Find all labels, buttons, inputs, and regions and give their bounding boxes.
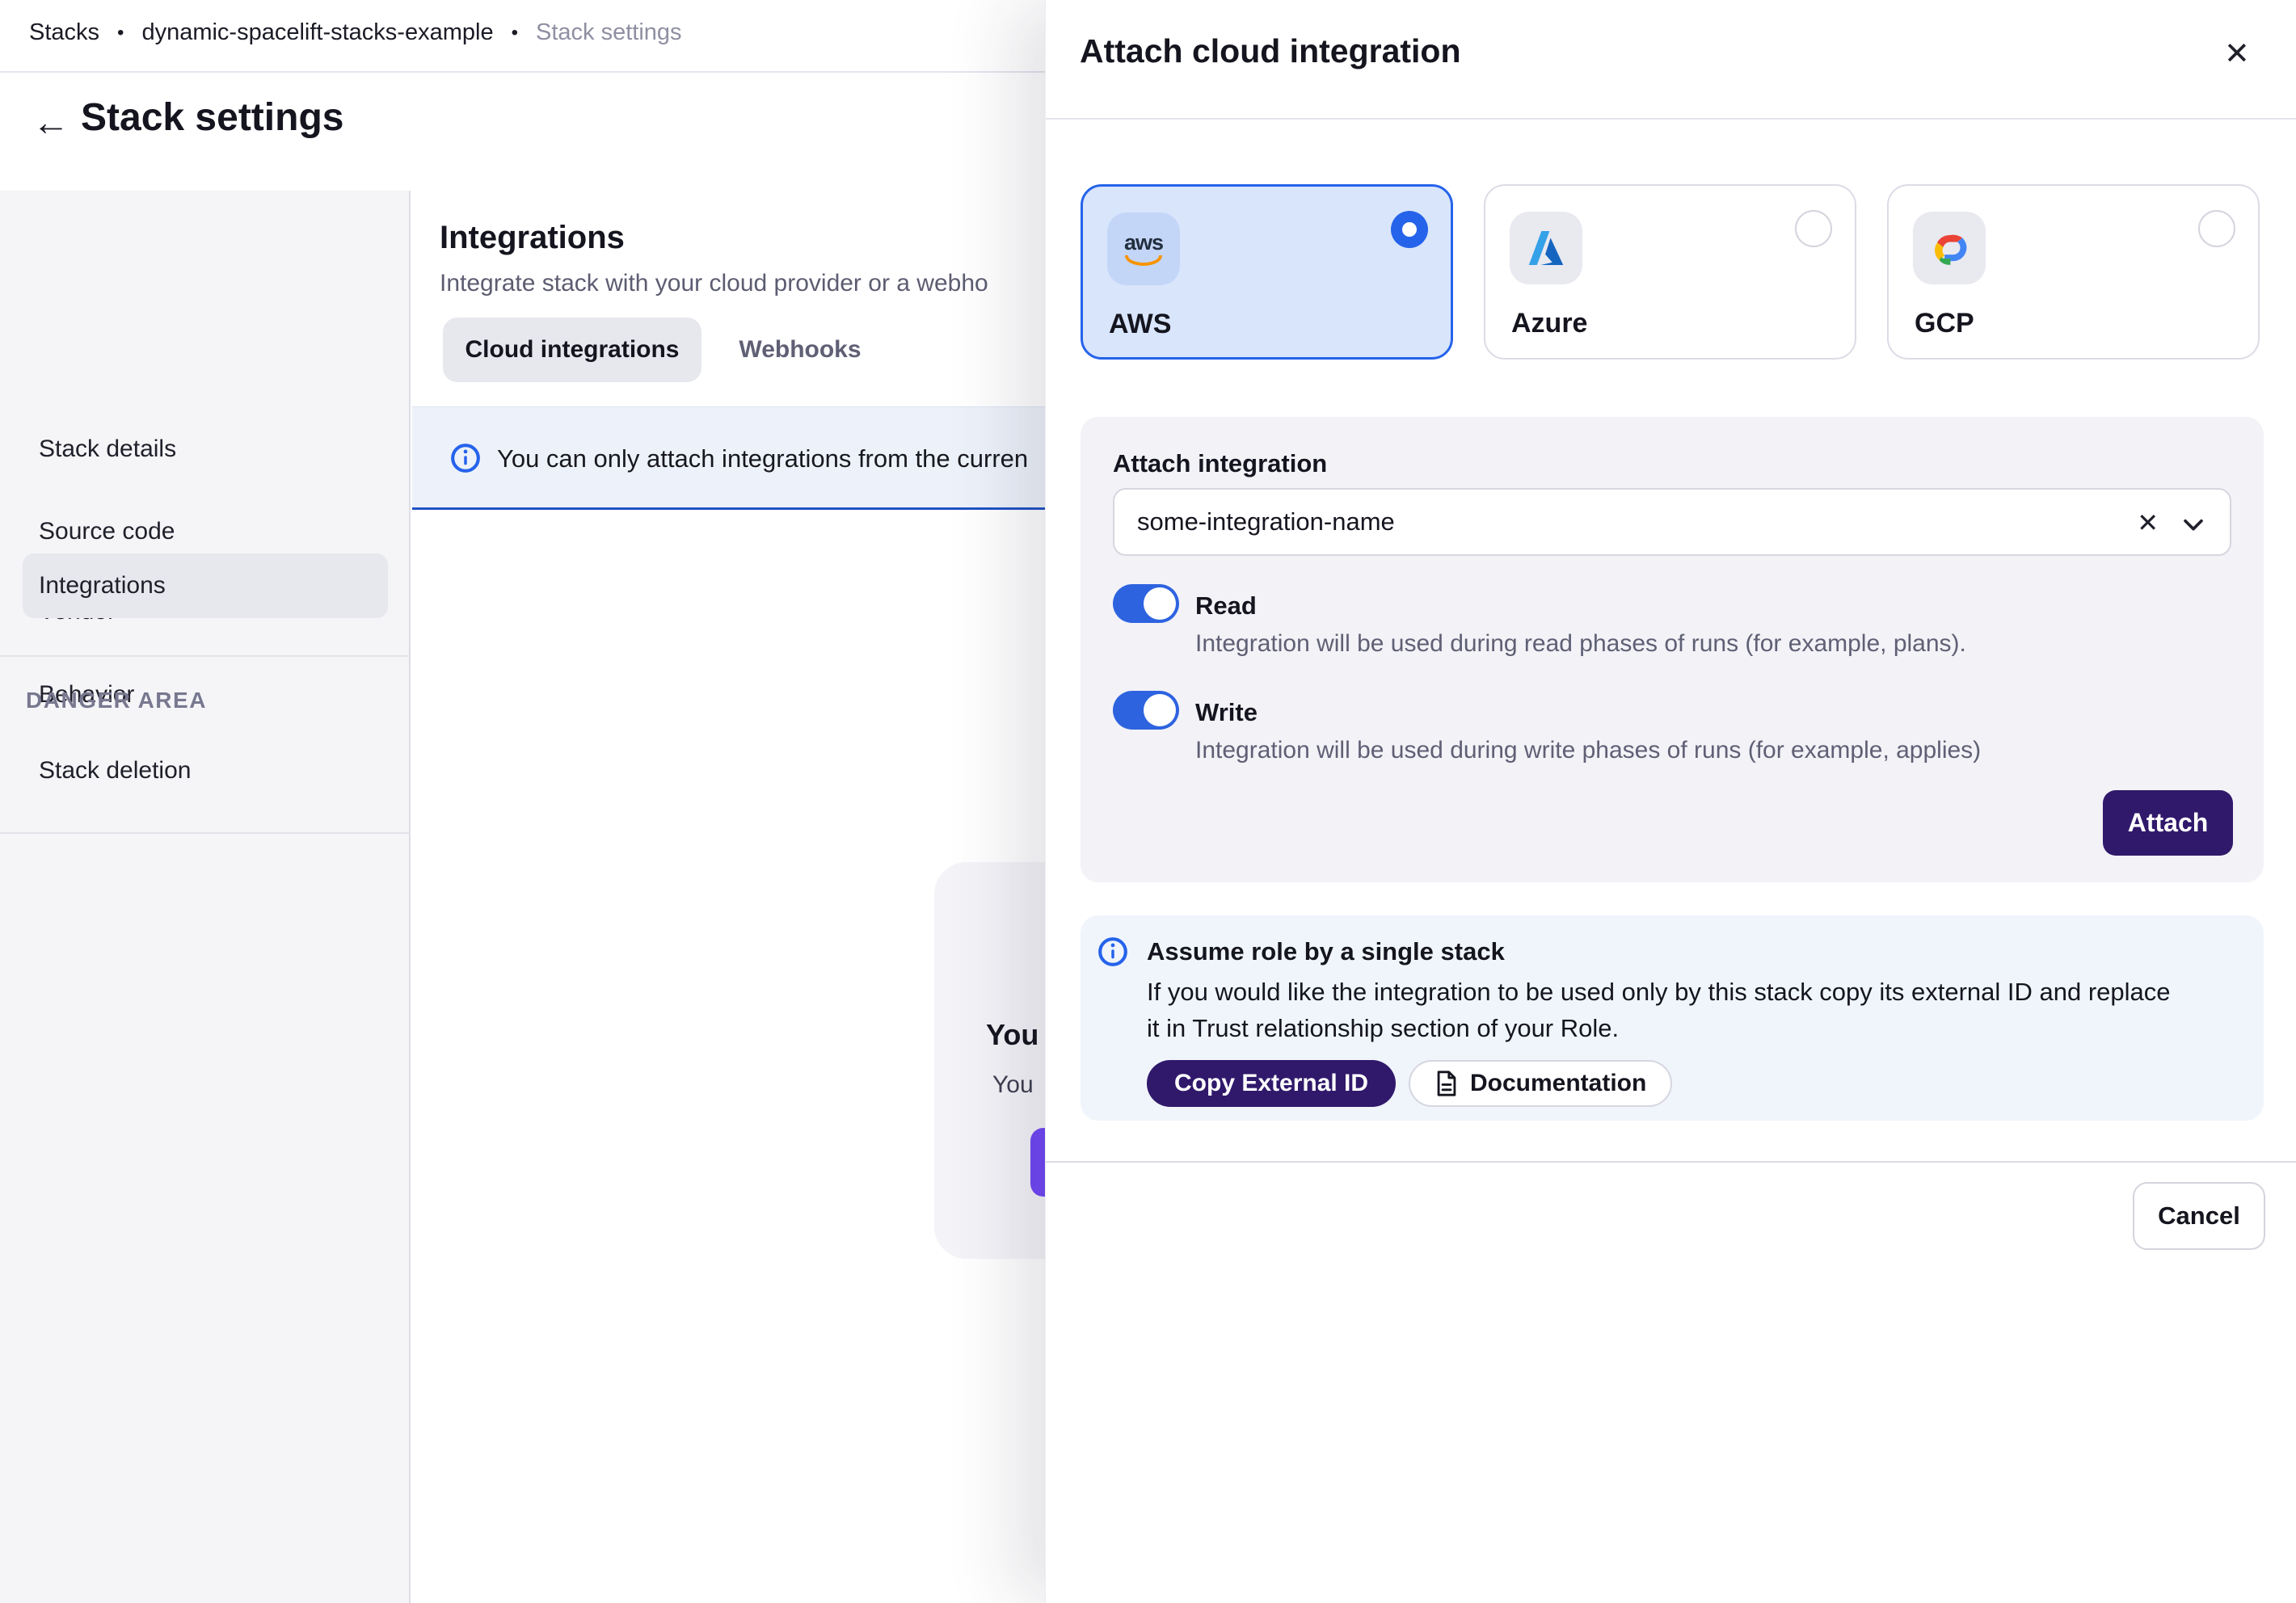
assume-role-body-line2: it in Trust relationship section of your…	[1147, 1014, 1619, 1043]
tab-cloud-integrations[interactable]: Cloud integrations	[443, 318, 701, 382]
write-toggle[interactable]	[1113, 691, 1179, 730]
provider-card-aws[interactable]: aws AWS	[1081, 184, 1453, 360]
info-icon	[450, 443, 481, 473]
provider-label: Azure	[1511, 308, 1587, 339]
breadcrumb-separator: •	[512, 22, 518, 44]
read-toggle[interactable]	[1113, 584, 1179, 623]
integration-select: ✕	[1113, 488, 2231, 556]
modal-header-divider	[1046, 118, 2296, 120]
gcp-icon	[1913, 212, 1986, 284]
assume-role-info-box: Assume role by a single stack If you wou…	[1081, 915, 2264, 1121]
sidebar-divider	[0, 832, 411, 834]
sidebar-item-stack-deletion[interactable]: Stack deletion	[39, 757, 191, 785]
info-icon	[1097, 936, 1128, 967]
write-toggle-label: Write	[1195, 698, 1258, 727]
cancel-button[interactable]: Cancel	[2133, 1182, 2265, 1250]
clear-icon[interactable]: ✕	[2137, 507, 2159, 538]
write-toggle-description: Integration will be used during write ph…	[1195, 737, 1981, 764]
document-icon	[1434, 1070, 1459, 1097]
documentation-button-label: Documentation	[1470, 1070, 1646, 1097]
aws-smile-arc	[1125, 255, 1162, 266]
attach-integration-label: Attach integration	[1113, 449, 1327, 478]
integrations-heading: Integrations	[440, 220, 625, 256]
attach-cloud-integration-modal: Attach cloud integration ✕ aws AWS	[1045, 0, 2296, 1603]
gcp-radio[interactable]	[2198, 210, 2235, 247]
azure-radio[interactable]	[1795, 210, 1832, 247]
copy-external-id-button[interactable]: Copy External ID	[1147, 1060, 1396, 1107]
breadcrumb: Stacks • dynamic-spacelift-stacks-exampl…	[29, 19, 682, 46]
assume-role-body-line1: If you would like the integration to be …	[1147, 978, 2171, 1007]
app-root: Stacks • dynamic-spacelift-stacks-exampl…	[0, 0, 2296, 1603]
integration-name-input[interactable]	[1137, 490, 2139, 554]
aws-radio[interactable]	[1391, 211, 1428, 248]
chevron-down-icon[interactable]	[2180, 511, 2207, 538]
azure-icon	[1510, 212, 1582, 284]
tab-webhooks[interactable]: Webhooks	[727, 318, 873, 382]
settings-sidebar: Stack details Source code Vendor Behavio…	[0, 191, 411, 1603]
breadcrumb-stack-name[interactable]: dynamic-spacelift-stacks-example	[141, 19, 493, 46]
close-icon[interactable]: ✕	[2224, 39, 2250, 69]
breadcrumb-separator: •	[117, 22, 124, 44]
documentation-button[interactable]: Documentation	[1409, 1060, 1672, 1107]
provider-label: AWS	[1109, 309, 1171, 340]
modal-footer-divider	[1046, 1161, 2296, 1163]
empty-state-subtitle: You	[992, 1071, 1034, 1099]
provider-card-azure[interactable]: Azure	[1484, 184, 1856, 360]
aws-icon: aws	[1107, 212, 1180, 285]
provider-cards: aws AWS Azure	[1081, 184, 2260, 360]
read-toggle-description: Integration will be used during read pha…	[1195, 630, 1966, 658]
provider-label: GCP	[1915, 308, 1974, 339]
sidebar-item-stack-details[interactable]: Stack details	[39, 435, 176, 463]
alert-text: You can only attach integrations from th…	[497, 444, 1028, 473]
breadcrumb-current-page: Stack settings	[536, 19, 682, 46]
modal-title: Attach cloud integration	[1080, 32, 1461, 70]
read-toggle-label: Read	[1195, 591, 1257, 621]
breadcrumb-stacks[interactable]: Stacks	[29, 19, 99, 46]
sidebar-item-integrations[interactable]: Integrations	[23, 553, 388, 618]
sidebar-danger-area-label: DANGER AREA	[26, 688, 207, 713]
sidebar-item-source-code[interactable]: Source code	[39, 518, 175, 545]
integrations-description: Integrate stack with your cloud provider…	[440, 270, 988, 297]
attach-button[interactable]: Attach	[2103, 790, 2233, 856]
provider-card-gcp[interactable]: GCP	[1887, 184, 2260, 360]
empty-state-title: You	[986, 1018, 1038, 1052]
info-alert: You can only attach integrations from th…	[412, 406, 1045, 510]
sidebar-divider	[0, 655, 411, 657]
back-arrow-icon[interactable]: ←	[32, 103, 70, 141]
attach-integration-panel: Attach integration ✕ Read Integration wi…	[1081, 417, 2264, 882]
header-divider	[0, 71, 1045, 73]
assume-role-title: Assume role by a single stack	[1147, 937, 1505, 966]
page-title: Stack settings	[81, 95, 343, 140]
